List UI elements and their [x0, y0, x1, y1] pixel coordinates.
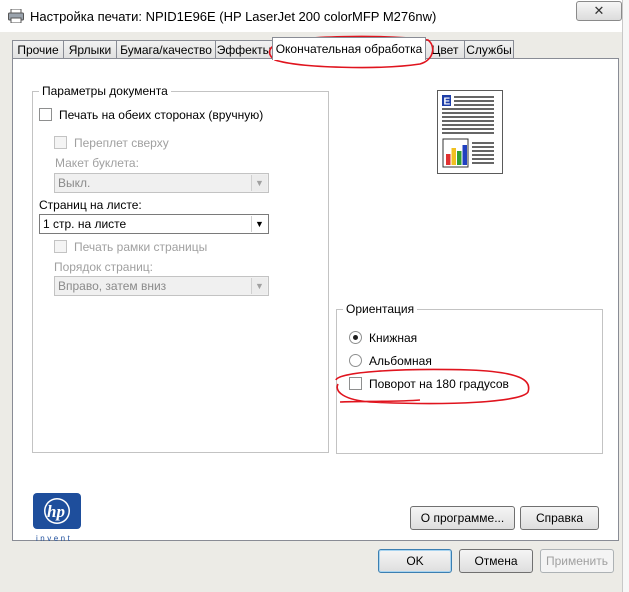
hp-tagline: invent: [36, 534, 72, 543]
duplex-label: Печать на обеих сторонах (вручную): [59, 108, 264, 122]
window-title: Настройка печати: NPID1E96E (HP LaserJet…: [30, 9, 437, 24]
landscape-label: Альбомная: [369, 354, 432, 368]
page-order-value: Вправо, затем вниз: [58, 279, 167, 293]
tab-shortcuts[interactable]: Ярлыки: [63, 40, 117, 59]
booklet-select: Выкл. ▼: [54, 173, 269, 193]
tab-paper-quality[interactable]: Бумага/качество: [116, 40, 216, 59]
hp-logo-icon: hp invent: [33, 493, 81, 543]
borders-option: Печать рамки страницы: [54, 240, 207, 254]
rotate-label: Поворот на 180 градусов: [369, 377, 509, 391]
preview-bar: [446, 154, 451, 165]
orientation-legend: Ориентация: [343, 302, 418, 316]
window-edge: [622, 0, 629, 592]
chevron-down-icon: ▼: [251, 278, 267, 294]
flip-checkbox: [54, 136, 67, 149]
tab-other[interactable]: Прочие: [12, 40, 64, 59]
pages-per-sheet-value: 1 стр. на листе: [43, 217, 127, 231]
booklet-value: Выкл.: [58, 176, 91, 190]
page-preview: E: [437, 90, 503, 174]
about-button[interactable]: О программе...: [410, 506, 515, 530]
page-order-label: Порядок страниц:: [54, 260, 153, 274]
cancel-button[interactable]: Отмена: [459, 549, 533, 573]
apply-button: Применить: [540, 549, 614, 573]
borders-checkbox: [54, 240, 67, 253]
title-bar: Настройка печати: NPID1E96E (HP LaserJet…: [0, 0, 629, 32]
document-options-legend: Параметры документа: [39, 84, 171, 98]
pages-per-sheet-label: Страниц на листе:: [39, 198, 142, 212]
duplex-checkbox[interactable]: [39, 108, 52, 121]
document-options-group: Параметры документа Печать на обеих стор…: [32, 84, 329, 453]
preview-bar: [457, 151, 462, 165]
booklet-label: Макет буклета:: [55, 156, 139, 170]
portrait-label: Книжная: [369, 331, 418, 345]
orientation-group: Ориентация Книжная Альбомная Поворот на …: [336, 302, 603, 454]
portrait-radio[interactable]: [349, 331, 362, 344]
document-preview-icon: E: [442, 95, 494, 168]
landscape-option[interactable]: Альбомная: [349, 354, 432, 368]
tab-services[interactable]: Службы: [464, 40, 514, 59]
preview-bar: [451, 148, 456, 165]
chevron-down-icon: ▼: [251, 175, 267, 191]
tab-color[interactable]: Цвет: [425, 40, 465, 59]
rotate-checkbox[interactable]: [349, 377, 362, 390]
tab-finishing[interactable]: Окончательная обработка: [272, 37, 426, 60]
preview-bar: [462, 145, 467, 165]
ok-button[interactable]: OK: [378, 549, 452, 573]
preview-letter: E: [444, 97, 451, 108]
landscape-radio[interactable]: [349, 354, 362, 367]
hp-logo: hp invent: [33, 493, 83, 545]
finishing-panel: Параметры документа Печать на обеих стор…: [12, 58, 619, 543]
borders-label: Печать рамки страницы: [74, 240, 208, 254]
portrait-option[interactable]: Книжная: [349, 331, 417, 345]
printer-icon: [8, 9, 24, 23]
close-button[interactable]: ✕: [576, 1, 622, 21]
tab-effects[interactable]: Эффекты: [215, 40, 273, 59]
chevron-down-icon[interactable]: ▼: [251, 216, 267, 232]
help-button[interactable]: Справка: [520, 506, 599, 530]
flip-option: Переплет сверху: [54, 136, 169, 150]
pages-per-sheet-select[interactable]: 1 стр. на листе ▼: [39, 214, 269, 234]
flip-label: Переплет сверху: [74, 136, 169, 150]
hp-brand-text: hp: [47, 502, 65, 521]
duplex-option[interactable]: Печать на обеих сторонах (вручную): [39, 108, 263, 122]
rotate-option[interactable]: Поворот на 180 градусов: [349, 377, 509, 391]
page-order-select: Вправо, затем вниз ▼: [54, 276, 269, 296]
